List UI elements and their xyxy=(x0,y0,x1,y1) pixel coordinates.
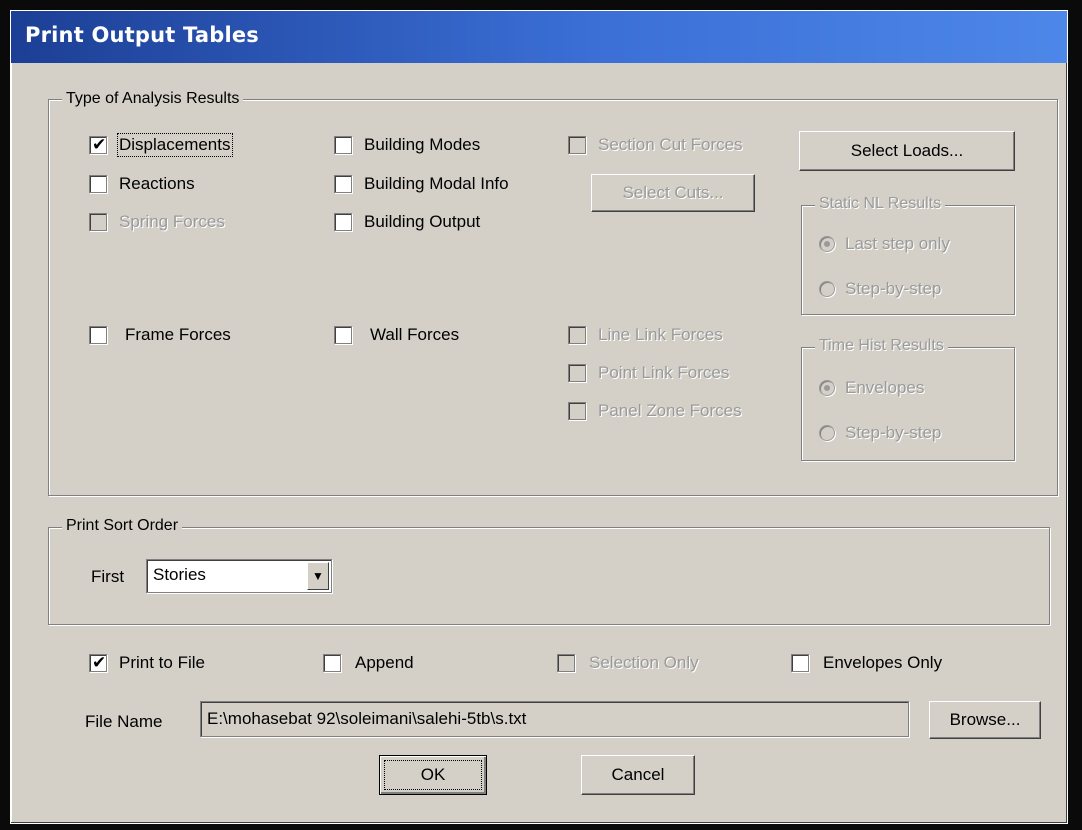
append-label: Append xyxy=(355,653,414,672)
checkmark-icon: ✔ xyxy=(92,653,107,673)
line-link-forces-label: Line Link Forces xyxy=(598,325,723,344)
select-cuts-button[interactable]: Select Cuts... xyxy=(591,174,755,212)
time-hist-step-by-step-radio[interactable]: Step-by-step xyxy=(819,421,941,445)
building-modal-info-label: Building Modal Info xyxy=(364,174,509,193)
building-output-checkbox[interactable]: Building Output xyxy=(334,210,480,234)
building-modal-info-checkbox[interactable]: Building Modal Info xyxy=(334,172,509,196)
print-to-file-checkbox[interactable]: ✔ Print to File xyxy=(89,651,205,675)
title-bar[interactable]: Print Output Tables xyxy=(11,11,1067,63)
displacements-label: Displacements xyxy=(117,133,233,157)
ok-button[interactable]: OK xyxy=(379,755,487,795)
displacements-checkbox[interactable]: ✔ Displacements xyxy=(89,133,233,157)
reactions-label: Reactions xyxy=(119,174,195,193)
checkmark-icon: ✔ xyxy=(92,135,107,155)
analysis-results-legend: Type of Analysis Results xyxy=(62,90,244,108)
spring-forces-checkbox[interactable]: Spring Forces xyxy=(89,210,225,234)
building-modes-label: Building Modes xyxy=(364,135,481,154)
selection-only-checkbox[interactable]: Selection Only xyxy=(557,651,699,675)
selection-only-label: Selection Only xyxy=(589,653,699,672)
envelopes-only-checkbox[interactable]: Envelopes Only xyxy=(791,651,942,675)
static-nl-last-step-radio[interactable]: Last step only xyxy=(819,232,950,256)
point-link-forces-label: Point Link Forces xyxy=(598,363,730,382)
panel-zone-forces-label: Panel Zone Forces xyxy=(598,401,742,420)
static-nl-last-step-label: Last step only xyxy=(845,234,950,253)
print-sort-order-legend: Print Sort Order xyxy=(62,517,183,535)
print-to-file-label: Print to File xyxy=(119,653,205,672)
first-sort-select[interactable]: Stories ▼ xyxy=(146,559,332,593)
browse-button[interactable]: Browse... xyxy=(929,701,1041,739)
cancel-button[interactable]: Cancel xyxy=(581,755,695,795)
first-label: First xyxy=(91,567,125,586)
static-nl-step-by-step-radio[interactable]: Step-by-step xyxy=(819,277,941,301)
point-link-forces-checkbox[interactable]: Point Link Forces xyxy=(568,361,729,385)
time-hist-envelopes-label: Envelopes xyxy=(845,378,925,397)
building-modes-checkbox[interactable]: Building Modes xyxy=(334,133,480,157)
static-nl-results-legend: Static NL Results xyxy=(815,195,946,213)
first-sort-value: Stories xyxy=(153,565,206,584)
dropdown-arrow-icon[interactable]: ▼ xyxy=(307,562,329,590)
select-loads-button[interactable]: Select Loads... xyxy=(799,131,1015,171)
append-checkbox[interactable]: Append xyxy=(323,651,414,675)
reactions-checkbox[interactable]: Reactions xyxy=(89,172,195,196)
panel-zone-forces-checkbox[interactable]: Panel Zone Forces xyxy=(568,399,742,423)
frame-forces-label: Frame Forces xyxy=(125,325,231,344)
file-name-label: File Name xyxy=(85,712,163,731)
print-output-tables-dialog: Print Output Tables Type of Analysis Res… xyxy=(10,10,1068,824)
envelopes-only-label: Envelopes Only xyxy=(823,653,943,672)
building-output-label: Building Output xyxy=(364,212,481,231)
wall-forces-checkbox[interactable]: Wall Forces xyxy=(334,323,459,347)
frame-forces-checkbox[interactable]: Frame Forces xyxy=(89,323,231,347)
spring-forces-label: Spring Forces xyxy=(119,212,225,231)
time-hist-step-by-step-label: Step-by-step xyxy=(845,423,942,442)
file-name-input[interactable]: E:\mohasebat 92\soleimani\salehi-5tb\s.t… xyxy=(200,701,909,737)
focus-rect xyxy=(384,760,482,790)
wall-forces-label: Wall Forces xyxy=(370,325,460,344)
window-title: Print Output Tables xyxy=(25,23,259,47)
static-nl-step-by-step-label: Step-by-step xyxy=(845,279,942,298)
section-cut-forces-checkbox[interactable]: Section Cut Forces xyxy=(568,133,743,157)
time-hist-results-legend: Time Hist Results xyxy=(815,337,948,355)
section-cut-forces-label: Section Cut Forces xyxy=(598,135,743,154)
line-link-forces-checkbox[interactable]: Line Link Forces xyxy=(568,323,723,347)
time-hist-envelopes-radio[interactable]: Envelopes xyxy=(819,376,924,400)
